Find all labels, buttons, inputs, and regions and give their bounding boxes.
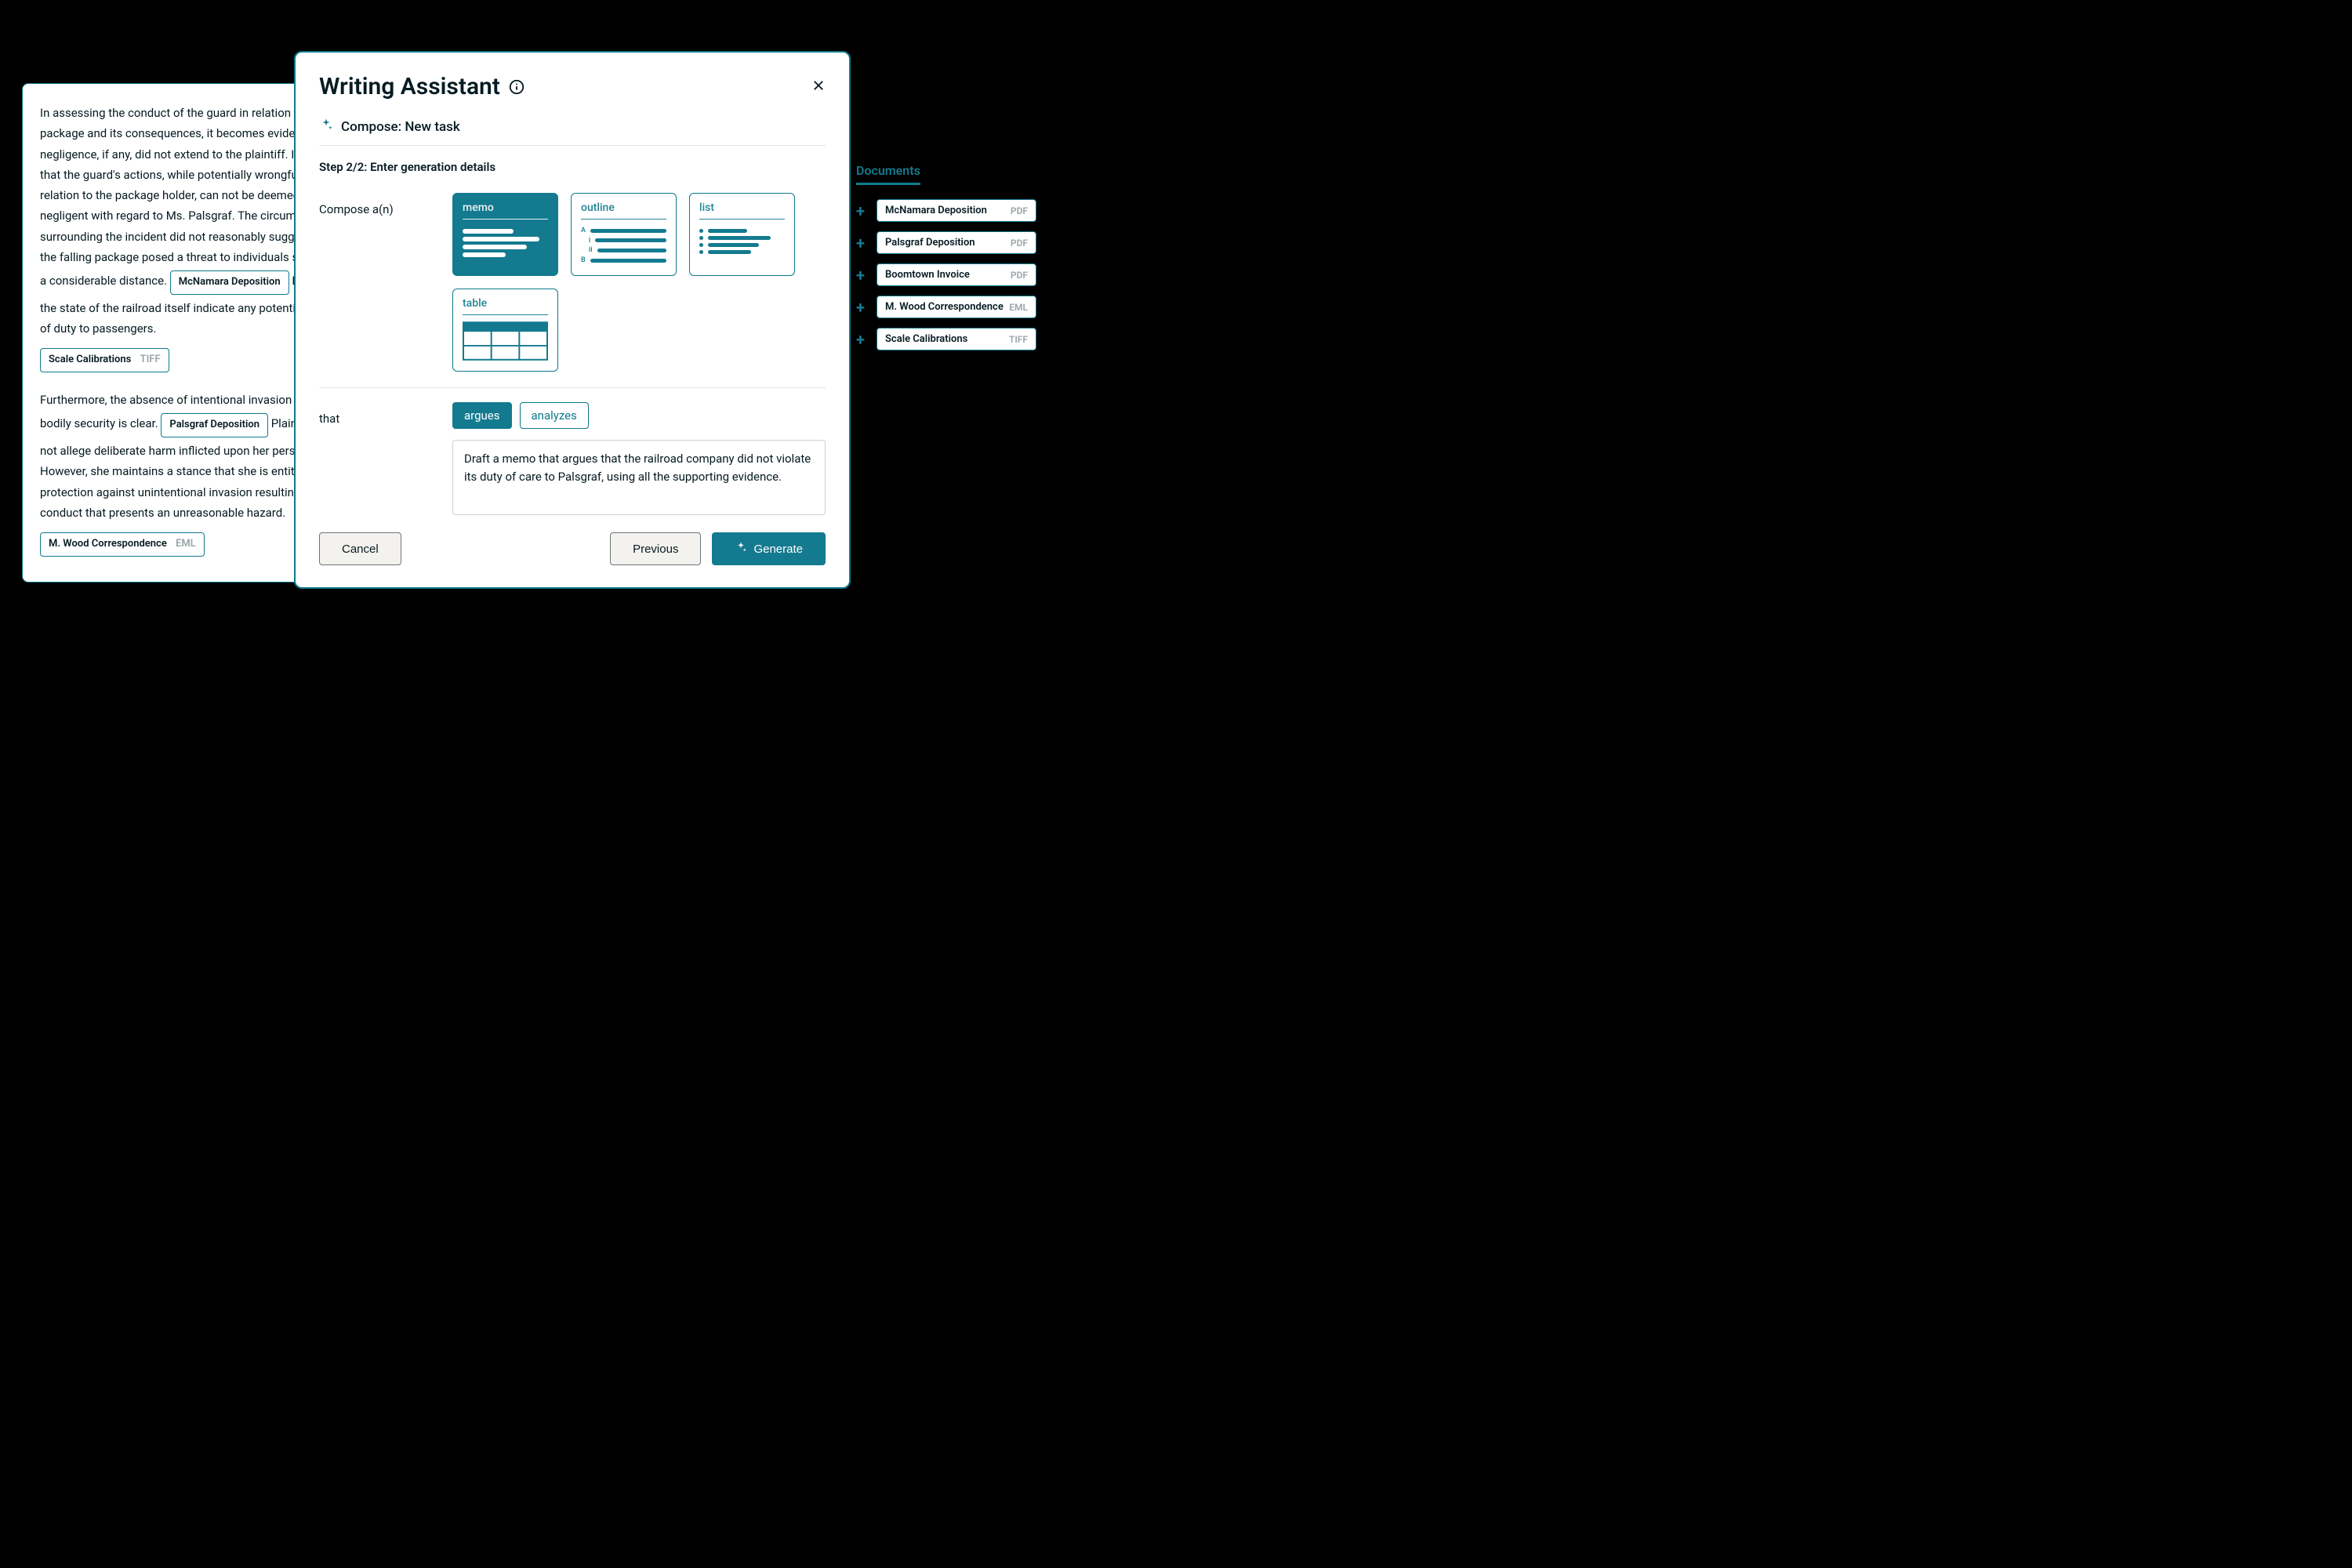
document-ext: EML (1009, 302, 1028, 313)
document-pill[interactable]: McNamara Deposition PDF (877, 199, 1036, 222)
chip-ext: EML (176, 538, 196, 550)
modal-title-row: Writing Assistant (319, 73, 525, 100)
documents-title: Documents (856, 163, 920, 185)
document-ext: TIFF (1009, 334, 1028, 345)
generate-label: Generate (753, 543, 803, 556)
add-doc-icon[interactable]: + (856, 330, 869, 349)
verb-row: that argues analyzes Draft a memo that a… (319, 402, 826, 515)
verb-argues[interactable]: argues (452, 402, 512, 429)
document-name: Scale Calibrations (885, 333, 967, 345)
document-pill[interactable]: M. Wood Correspondence EML (877, 296, 1036, 318)
type-label: memo (463, 201, 548, 220)
chip-label: Palsgraf Deposition (169, 419, 260, 430)
sparkle-icon (735, 541, 747, 557)
previous-button[interactable]: Previous (610, 532, 701, 565)
inline-doc-chip[interactable]: McNamara Deposition (170, 270, 289, 295)
document-name: M. Wood Correspondence (885, 301, 1004, 313)
that-label: that (319, 402, 429, 515)
divider (319, 145, 826, 146)
documents-list: + McNamara Deposition PDF + Palsgraf Deposit… (856, 199, 1036, 350)
add-doc-icon[interactable]: + (856, 234, 869, 252)
modal-header: Writing Assistant (319, 73, 826, 100)
document-item: + M. Wood Correspondence EML (856, 296, 1036, 318)
info-icon[interactable] (508, 78, 525, 96)
type-card-outline[interactable]: outline A i ii B (571, 193, 677, 276)
modal-title: Writing Assistant (319, 73, 500, 100)
chip-label: McNamara Deposition (179, 276, 281, 288)
step-label: Step 2/2: Enter generation details (319, 160, 826, 174)
writing-assistant-modal: Writing Assistant Compose: New task Step… (294, 51, 851, 589)
inline-doc-chip[interactable]: Scale Calibrations TIFF (40, 348, 169, 372)
document-item: + Scale Calibrations TIFF (856, 328, 1036, 350)
cancel-button[interactable]: Cancel (319, 532, 401, 565)
documents-panel: Documents + McNamara Deposition PDF + Palsgr… (856, 163, 1036, 360)
document-name: McNamara Deposition (885, 205, 987, 216)
memo-icon (463, 226, 548, 267)
document-pill[interactable]: Scale Calibrations TIFF (877, 328, 1036, 350)
divider (319, 387, 826, 388)
document-name: Boomtown Invoice (885, 269, 970, 281)
chip-label: M. Wood Correspondence (49, 538, 167, 550)
verb-analyzes[interactable]: analyzes (520, 402, 589, 429)
table-icon (463, 321, 548, 364)
add-doc-icon[interactable]: + (856, 298, 869, 317)
close-icon (811, 78, 826, 93)
chip-ext: TIFF (140, 354, 161, 365)
document-pill[interactable]: Palsgraf Deposition PDF (877, 231, 1036, 254)
type-card-list[interactable]: list (689, 193, 795, 276)
add-doc-icon[interactable]: + (856, 201, 869, 220)
type-card-memo[interactable]: memo (452, 193, 558, 276)
compose-label: Compose a(n) (319, 193, 429, 372)
type-label: outline (581, 201, 666, 220)
list-icon (699, 226, 785, 267)
type-label: list (699, 201, 785, 220)
add-doc-icon[interactable]: + (856, 266, 869, 285)
document-name: Palsgraf Deposition (885, 237, 975, 249)
generate-button[interactable]: Generate (712, 532, 826, 565)
sparkle-icon (319, 118, 333, 136)
inline-doc-chip[interactable]: M. Wood Correspondence EML (40, 532, 205, 557)
document-pill[interactable]: Boomtown Invoice PDF (877, 263, 1036, 286)
inline-doc-chip[interactable]: Palsgraf Deposition (161, 413, 268, 437)
compose-label: Compose: New task (341, 119, 460, 135)
outline-icon: A i ii B (581, 226, 666, 267)
verb-pills: argues analyzes (452, 402, 826, 429)
type-cards: memo outline A i ii B list (452, 193, 826, 372)
prompt-textarea[interactable]: Draft a memo that argues that the railro… (452, 440, 826, 515)
document-ext: PDF (1011, 238, 1028, 249)
document-ext: PDF (1011, 270, 1028, 281)
verb-column: argues analyzes Draft a memo that argues… (452, 402, 826, 515)
compose-heading: Compose: New task (319, 118, 826, 136)
chip-label: Scale Calibrations (49, 354, 131, 365)
document-item: + Boomtown Invoice PDF (856, 263, 1036, 286)
type-card-table[interactable]: table (452, 289, 558, 372)
modal-footer: Cancel Previous Generate (319, 532, 826, 565)
document-item: + McNamara Deposition PDF (856, 199, 1036, 222)
compose-type-row: Compose a(n) memo outline A i ii B (319, 193, 826, 372)
type-label: table (463, 297, 548, 315)
document-item: + Palsgraf Deposition PDF (856, 231, 1036, 254)
document-ext: PDF (1011, 205, 1028, 216)
close-button[interactable] (811, 77, 826, 97)
